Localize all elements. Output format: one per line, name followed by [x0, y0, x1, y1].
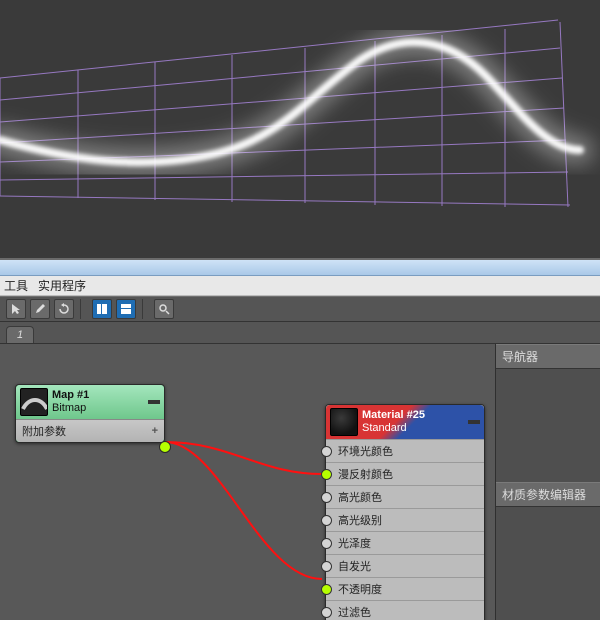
panel-navigator-body[interactable] [496, 369, 600, 482]
node-material-slots: 环境光颜色漫反射颜色高光颜色高光级别光泽度自发光不透明度过滤色 [326, 439, 484, 620]
tool-search-icon[interactable] [154, 299, 174, 319]
node-material-header[interactable]: Material #25 Standard [326, 405, 484, 439]
node-material-title: Material #25 [362, 409, 464, 422]
side-panels: 导航器 材质参数编辑器 [495, 344, 600, 620]
slot-input-socket[interactable] [321, 561, 332, 572]
tool-layout-a-icon[interactable] [92, 299, 112, 319]
tool-select-icon[interactable] [6, 299, 26, 319]
slot-input-socket[interactable] [321, 538, 332, 549]
tab-view-1[interactable]: 1 [6, 326, 34, 343]
material-slot[interactable]: 过滤色 [326, 600, 484, 620]
collapse-icon[interactable] [148, 400, 160, 404]
slot-label: 过滤色 [338, 604, 371, 620]
workspace: Map #1 Bitmap 附加参数 + Material #25 Standa… [0, 344, 600, 620]
menu-tools[interactable]: 工具 [4, 277, 28, 294]
toolbar-separator [80, 299, 86, 319]
node-map-output-socket[interactable] [159, 441, 171, 453]
panel-param-editor-header[interactable]: 材质参数编辑器 [496, 482, 600, 507]
slot-input-socket[interactable] [321, 469, 332, 480]
material-slot[interactable]: 高光颜色 [326, 485, 484, 508]
tab-strip: 1 [0, 322, 600, 344]
node-material[interactable]: Material #25 Standard 环境光颜色漫反射颜色高光颜色高光级别… [325, 404, 485, 620]
menu-utilities[interactable]: 实用程序 [38, 277, 86, 294]
material-slot[interactable]: 光泽度 [326, 531, 484, 554]
slot-label: 环境光颜色 [338, 443, 393, 459]
node-map-thumbnail [20, 388, 48, 416]
slot-label: 高光级别 [338, 512, 382, 528]
panel-navigator-header[interactable]: 导航器 [496, 344, 600, 369]
node-map-header[interactable]: Map #1 Bitmap [16, 385, 164, 419]
slot-label: 自发光 [338, 558, 371, 574]
node-canvas[interactable]: Map #1 Bitmap 附加参数 + Material #25 Standa… [0, 344, 495, 620]
panel-param-editor-body[interactable] [496, 507, 600, 620]
node-map-subtitle: Bitmap [52, 402, 144, 415]
slot-input-socket[interactable] [321, 607, 332, 618]
tool-layout-b-icon[interactable] [116, 299, 136, 319]
menu-bar: 工具 实用程序 [0, 276, 600, 296]
slot-label: 光泽度 [338, 535, 371, 551]
slot-input-socket[interactable] [321, 584, 332, 595]
tool-dropper-icon[interactable] [30, 299, 50, 319]
slot-input-socket[interactable] [321, 446, 332, 457]
collapse-icon[interactable] [468, 420, 480, 424]
expand-icon[interactable]: + [152, 425, 158, 437]
node-map-title: Map #1 [52, 389, 144, 402]
material-slot[interactable]: 不透明度 [326, 577, 484, 600]
node-material-thumbnail [330, 408, 358, 436]
slot-input-socket[interactable] [321, 492, 332, 503]
node-map-extra-label: 附加参数 [22, 423, 66, 439]
slot-input-socket[interactable] [321, 515, 332, 526]
node-map[interactable]: Map #1 Bitmap 附加参数 + [15, 384, 165, 443]
material-slot[interactable]: 高光级别 [326, 508, 484, 531]
material-slot[interactable]: 环境光颜色 [326, 439, 484, 462]
slot-label: 高光颜色 [338, 489, 382, 505]
node-map-extra[interactable]: 附加参数 + [16, 419, 164, 442]
toolbar-separator [142, 299, 148, 319]
material-slot[interactable]: 漫反射颜色 [326, 462, 484, 485]
node-material-subtitle: Standard [362, 422, 464, 435]
tool-reset-icon[interactable] [54, 299, 74, 319]
material-slot[interactable]: 自发光 [326, 554, 484, 577]
toolbar [0, 296, 600, 322]
slot-label: 不透明度 [338, 581, 382, 597]
slot-label: 漫反射颜色 [338, 466, 393, 482]
viewport-3d[interactable] [0, 0, 600, 260]
window-titlebar [0, 260, 600, 276]
